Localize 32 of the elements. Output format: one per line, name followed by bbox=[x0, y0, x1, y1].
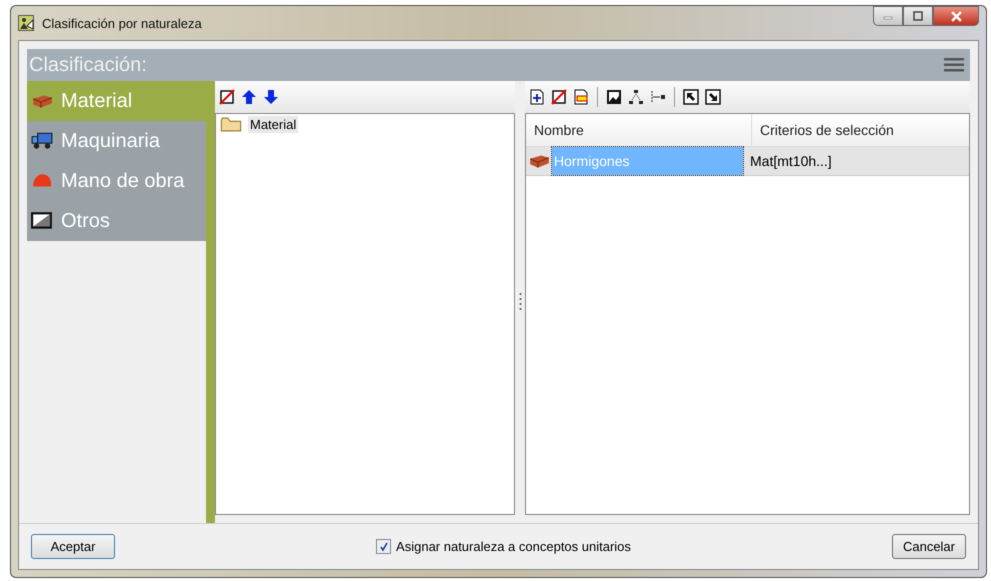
truck-icon bbox=[31, 132, 53, 150]
arrow-down-right-icon[interactable] bbox=[705, 89, 721, 105]
delete-icon[interactable] bbox=[219, 89, 235, 105]
accept-button[interactable]: Aceptar bbox=[31, 534, 115, 559]
cancel-button[interactable]: Cancelar bbox=[892, 534, 966, 559]
image-icon bbox=[31, 212, 53, 230]
hierarchy-icon[interactable] bbox=[628, 89, 644, 105]
add-document-icon[interactable] bbox=[529, 89, 545, 105]
close-icon bbox=[950, 10, 962, 22]
minimize-button[interactable] bbox=[873, 6, 903, 26]
splitter-handle[interactable] bbox=[518, 292, 522, 312]
edit-document-icon[interactable] bbox=[573, 89, 589, 105]
arrow-up-left-icon[interactable] bbox=[683, 89, 699, 105]
header-title: Clasificación: bbox=[29, 54, 148, 76]
checkbox[interactable] bbox=[376, 539, 392, 554]
folder-icon bbox=[220, 117, 242, 132]
check-icon bbox=[378, 542, 389, 552]
picture-icon[interactable] bbox=[606, 89, 622, 105]
arrow-down-icon[interactable] bbox=[263, 89, 279, 105]
close-button[interactable] bbox=[933, 6, 979, 26]
maximize-button[interactable] bbox=[903, 6, 933, 26]
column-header[interactable]: Criterios de selección bbox=[752, 114, 969, 146]
app-icon bbox=[18, 15, 34, 31]
checkbox-label: Asignar naturaleza a conceptos unitarios bbox=[396, 539, 631, 554]
maximize-icon bbox=[913, 11, 923, 21]
table-cell: Mat[mt10h...] bbox=[750, 153, 832, 169]
tree-item[interactable]: Material bbox=[248, 116, 298, 133]
arrow-up-icon[interactable] bbox=[241, 89, 257, 105]
link-icon[interactable] bbox=[650, 89, 666, 105]
window-title: Clasificación por naturaleza bbox=[42, 16, 203, 30]
menu-icon[interactable] bbox=[944, 58, 964, 72]
delete-icon[interactable] bbox=[551, 89, 567, 105]
